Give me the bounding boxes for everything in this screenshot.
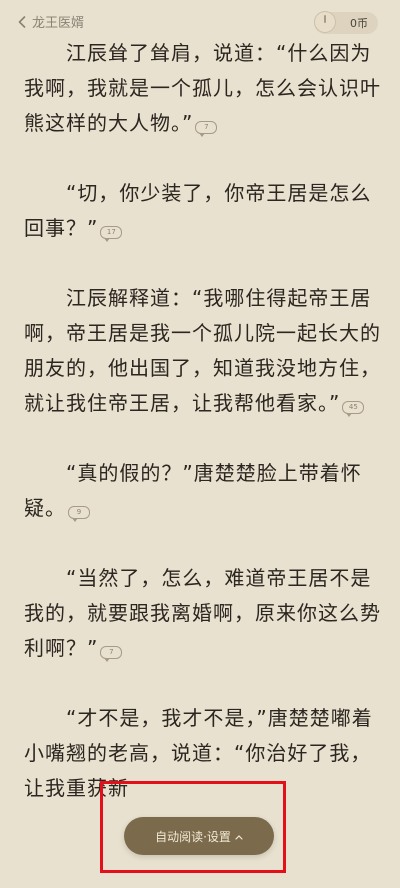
annotation-highlight-box bbox=[100, 781, 286, 873]
paragraph: 江辰解释道：“我哪住得起帝王居啊，帝王居是我一个孤儿院一起长大的朋友的，他出国了… bbox=[0, 281, 400, 421]
coin-dial-icon bbox=[314, 11, 336, 33]
paragraph-text: 江辰解释道：“我哪住得起帝王居啊，帝王居是我一个孤儿院一起长大的朋友的，他出国了… bbox=[24, 286, 381, 415]
comment-count-bubble[interactable]: 45 bbox=[342, 401, 365, 417]
back-button[interactable]: 龙王医婿 bbox=[18, 12, 84, 31]
comment-count-bubble[interactable]: 9 bbox=[68, 506, 90, 522]
coin-count: 0币 bbox=[350, 17, 368, 30]
comment-count-bubble[interactable]: 17 bbox=[100, 226, 123, 242]
paragraph: “真的假的？”唐楚楚脸上带着怀疑。 9 bbox=[0, 456, 400, 526]
chapter-content: 江辰耸了耸肩，说道：“什么因为我啊，我就是一个孤儿，怎么会认识叶熊这样的大人物。… bbox=[0, 36, 400, 806]
comment-count-bubble[interactable]: 7 bbox=[195, 121, 218, 137]
paragraph: 江辰耸了耸肩，说道：“什么因为我啊，我就是一个孤儿，怎么会认识叶熊这样的大人物。… bbox=[0, 36, 400, 141]
comment-count-bubble[interactable]: 7 bbox=[100, 646, 123, 662]
paragraph: “当然了，怎么，难道帝王居不是我的，就要跟我离婚啊，原来你这么势利啊？” 7 bbox=[0, 561, 400, 666]
book-title: 龙王医婿 bbox=[32, 16, 85, 31]
chevron-left-icon bbox=[18, 15, 26, 28]
paragraph-text: “切，你少装了，你帝王居是怎么回事？” bbox=[24, 181, 372, 240]
paragraph: “切，你少装了，你帝王居是怎么回事？” 17 bbox=[0, 176, 400, 246]
coin-balance[interactable]: 0币 bbox=[314, 11, 378, 34]
paragraph-text: “当然了，怎么，难道帝王居不是我的，就要跟我离婚啊，原来你这么势利啊？” bbox=[24, 566, 381, 660]
